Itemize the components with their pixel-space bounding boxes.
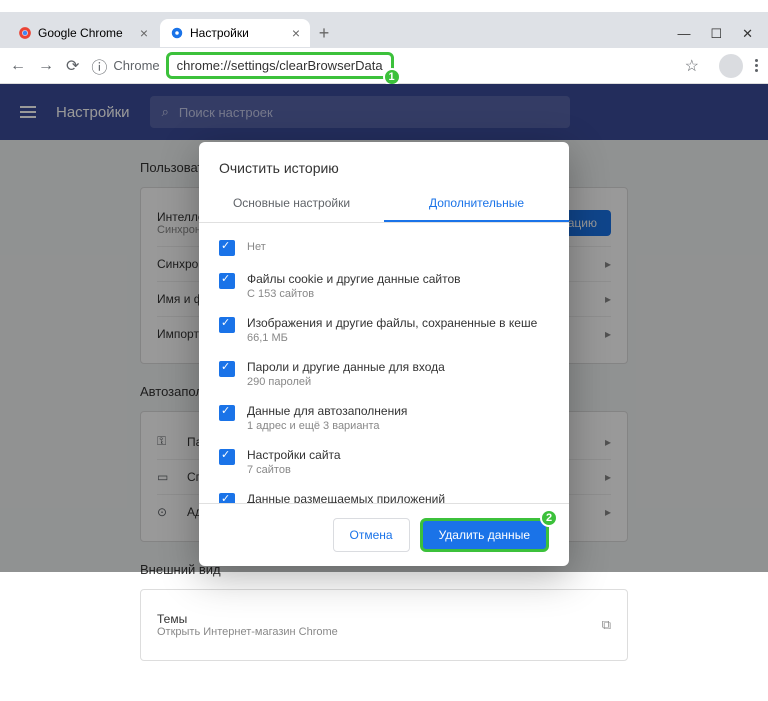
check-item: Изображения и другие файлы, сохраненные … (219, 308, 549, 352)
check-item: Файлы cookie и другие данные сайтовС 153… (219, 264, 549, 308)
site-info-icon[interactable]: ⓘ (91, 54, 107, 78)
tab-label: Google Chrome (38, 26, 123, 40)
tab-label: Настройки (190, 26, 249, 40)
forward-button[interactable]: → (38, 57, 54, 75)
menu-button[interactable] (755, 59, 758, 72)
new-tab-button[interactable]: + (312, 23, 336, 44)
clear-data-dialog: Очистить историю Основные настройки Допо… (199, 142, 569, 566)
cancel-button[interactable]: Отмена (333, 518, 410, 552)
url-input[interactable]: chrome://settings/clearBrowserData 1 (166, 52, 394, 79)
gear-icon (170, 26, 184, 40)
tab-settings[interactable]: Настройки × (160, 19, 310, 47)
tab-advanced[interactable]: Дополнительные (384, 186, 569, 222)
checkbox[interactable] (219, 240, 235, 256)
close-tab-icon[interactable]: × (292, 25, 300, 41)
external-link-icon: ⧉ (602, 617, 611, 633)
minimize-button[interactable]: — (677, 26, 690, 42)
tab-google-chrome[interactable]: Google Chrome × (8, 19, 158, 47)
checkbox[interactable] (219, 317, 235, 333)
close-window-button[interactable]: ✕ (742, 26, 753, 42)
checkbox[interactable] (219, 273, 235, 289)
themes-row[interactable]: ТемыОткрыть Интернет-магазин Chrome ⧉ (157, 602, 611, 648)
address-bar: ← → ⟳ ⓘ Chrome chrome://settings/clearBr… (0, 48, 768, 84)
chrome-icon (18, 26, 32, 40)
reload-button[interactable]: ⟳ (66, 56, 79, 76)
bookmark-icon[interactable]: ☆ (685, 56, 699, 76)
check-item: Нет (219, 231, 549, 264)
checkbox[interactable] (219, 493, 235, 503)
dialog-body: Нет Файлы cookie и другие данные сайтовС… (199, 223, 569, 503)
profile-avatar[interactable] (719, 54, 743, 78)
close-tab-icon[interactable]: × (140, 25, 148, 41)
back-button[interactable]: ← (10, 57, 26, 75)
dialog-title: Очистить историю (199, 142, 569, 186)
checkbox[interactable] (219, 405, 235, 421)
checkbox[interactable] (219, 361, 235, 377)
chrome-protocol-label: Chrome (113, 58, 159, 73)
maximize-button[interactable]: ☐ (710, 26, 722, 42)
delete-data-button[interactable]: Удалить данные 2 (420, 518, 549, 552)
checkbox[interactable] (219, 449, 235, 465)
check-item: Данные размещаемых приложений6 приложени… (219, 484, 549, 503)
check-item: Настройки сайта7 сайтов (219, 440, 549, 484)
browser-tabs: Google Chrome × Настройки × + (0, 12, 768, 48)
check-item: Пароли и другие данные для входа290 паро… (219, 352, 549, 396)
appearance-card: ТемыОткрыть Интернет-магазин Chrome ⧉ (140, 589, 628, 661)
check-item: Данные для автозаполнения1 адрес и ещё 3… (219, 396, 549, 440)
annotation-badge-2: 2 (540, 509, 558, 527)
tab-basic[interactable]: Основные настройки (199, 186, 384, 222)
